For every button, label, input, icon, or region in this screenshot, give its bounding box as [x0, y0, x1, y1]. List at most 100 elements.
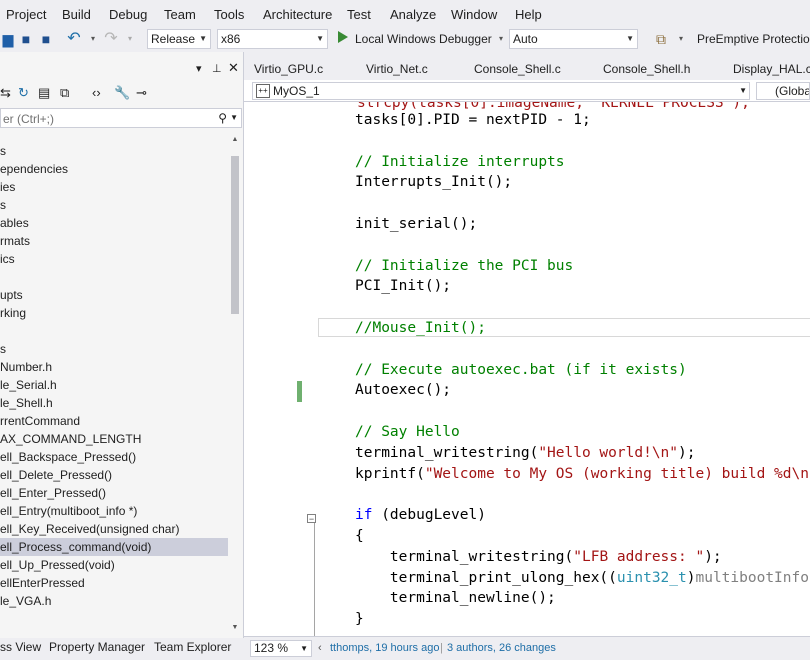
show-all-files-icon[interactable]: ⧉	[60, 85, 69, 101]
tree-item[interactable]: ies	[0, 178, 228, 196]
menu-team[interactable]: Team	[164, 7, 196, 22]
code-line[interactable]: terminal_writestring("LFB address: ");	[355, 547, 722, 568]
debugger-dropdown-icon[interactable]: ▾	[493, 31, 509, 47]
tree-item[interactable]: ell_Entry(multiboot_info *)	[0, 502, 228, 520]
menu-help[interactable]: Help	[515, 7, 542, 22]
start-debugging-icon[interactable]	[338, 31, 348, 43]
scope-select[interactable]: (Globa	[756, 82, 810, 100]
undo-icon[interactable]: ↶	[66, 31, 82, 47]
code-line[interactable]: PCI_Init();	[355, 276, 451, 297]
tab-display-hal[interactable]: Display_HAL.c	[733, 62, 810, 76]
view-code-icon[interactable]: ‹›	[92, 85, 101, 100]
menu-debug[interactable]: Debug	[109, 7, 147, 22]
tree-scrollbar[interactable]: ▲ ▼	[230, 136, 240, 634]
collapse-icon[interactable]: −	[307, 514, 316, 524]
find-in-files-icon[interactable]: ⧉	[653, 31, 669, 47]
scrollbar-thumb[interactable]	[231, 156, 239, 314]
scroll-down-icon[interactable]: ▼	[230, 624, 240, 631]
tree-item[interactable]: ics	[0, 250, 228, 268]
redo-dropdown-icon[interactable]: ▾	[122, 31, 138, 47]
debug-mode-select[interactable]: Auto ▼	[509, 29, 638, 49]
menu-test[interactable]: Test	[347, 7, 371, 22]
code-line[interactable]: terminal_newline();	[355, 588, 556, 609]
pin-icon[interactable]: ⊥	[212, 62, 222, 75]
close-icon[interactable]: ✕	[228, 60, 239, 76]
tree-item[interactable]: ell_Delete_Pressed()	[0, 466, 228, 484]
tab-console-shell-c[interactable]: Console_Shell.c	[474, 62, 561, 76]
tree-item[interactable]: le_VGA.h	[0, 592, 228, 610]
codelens-changes-link[interactable]: 3 authors, 26 changes	[447, 642, 556, 654]
tree-item[interactable]: ell_Key_Received(unsigned char)	[0, 520, 228, 538]
code-line[interactable]: if (debugLevel)	[355, 505, 486, 526]
tab-virtio-gpu[interactable]: Virtio_GPU.c	[254, 62, 323, 76]
project-select[interactable]: ++ MyOS_1 ▼	[252, 82, 750, 100]
code-line[interactable]: init_serial();	[355, 214, 477, 235]
tree-item[interactable]: ell_Enter_Pressed()	[0, 484, 228, 502]
code-line[interactable]: // Initialize the PCI bus	[355, 256, 573, 277]
code-line[interactable]: // Execute autoexec.bat (if it exists)	[355, 360, 687, 381]
tree-item[interactable]: upts	[0, 286, 228, 304]
tab-console-shell-h[interactable]: Console_Shell.h	[603, 62, 690, 76]
tree-item[interactable]: le_Shell.h	[0, 394, 228, 412]
code-line[interactable]: Interrupts_Init();	[355, 172, 512, 193]
preview-selected-icon[interactable]: ⊸	[136, 85, 147, 101]
tree-item[interactable]: s	[0, 196, 228, 214]
tab-property-manager[interactable]: Property Manager	[49, 640, 145, 654]
preemptive-protection-button[interactable]: PreEmptive Protection	[697, 32, 810, 46]
tree-item[interactable]: Number.h	[0, 358, 228, 376]
code-line[interactable]: tasks[0].PID = nextPID - 1;	[355, 110, 591, 131]
start-debugger-button[interactable]: Local Windows Debugger	[355, 32, 492, 46]
scroll-up-icon[interactable]: ▲	[230, 136, 240, 143]
properties-wrench-icon[interactable]: 🔧	[114, 85, 130, 101]
tree-item[interactable]: s	[0, 340, 228, 358]
tree-item[interactable]: ellEnterPressed	[0, 574, 228, 592]
tree-item[interactable]: rmats	[0, 232, 228, 250]
sync-icon[interactable]: ⇆	[0, 85, 11, 101]
code-line[interactable]: kprintf("Welcome to My OS (working title…	[355, 464, 809, 485]
tree-item[interactable]: s	[0, 142, 228, 160]
overflow-dropdown-icon[interactable]: ▾	[673, 31, 689, 47]
code-line[interactable]: // Initialize interrupts	[355, 152, 565, 173]
code-line[interactable]: terminal_writestring("Hello world!\n");	[355, 443, 695, 464]
tree-item[interactable]: ell_Backspace_Pressed()	[0, 448, 228, 466]
tab-team-explorer[interactable]: Team Explorer	[154, 640, 231, 654]
tab-virtio-net[interactable]: Virtio_Net.c	[366, 62, 428, 76]
tree-item[interactable]	[0, 268, 228, 286]
redo-icon[interactable]: ↷	[103, 31, 119, 47]
codelens-author-link[interactable]: tthomps, 19 hours ago	[330, 642, 439, 654]
save-icon[interactable]: ■	[18, 31, 34, 47]
menu-architecture[interactable]: Architecture	[263, 7, 332, 22]
refresh-icon[interactable]: ↻	[18, 85, 29, 101]
menu-build[interactable]: Build	[62, 7, 91, 22]
code-line[interactable]: terminal_print_ulong_hex((uint32_t)multi…	[355, 568, 809, 589]
tree-item[interactable]: AX_COMMAND_LENGTH	[0, 430, 228, 448]
code-line[interactable]: }	[355, 609, 364, 630]
tree-item[interactable]: rking	[0, 304, 228, 322]
menu-window[interactable]: Window	[451, 7, 497, 22]
code-line[interactable]: //Mouse_Init();	[355, 318, 486, 339]
menu-tools[interactable]: Tools	[214, 7, 244, 22]
undo-dropdown-icon[interactable]: ▾	[85, 31, 101, 47]
tree-item[interactable]: le_Serial.h	[0, 376, 228, 394]
code-line[interactable]: Autoexec();	[355, 380, 451, 401]
tree-item[interactable]: ables	[0, 214, 228, 232]
tree-item[interactable]: ependencies	[0, 160, 228, 178]
code-editor[interactable]: − strcpy(tasks[0].imageName, "KERNEL PRO…	[244, 102, 810, 636]
platform-select[interactable]: x86 ▼	[217, 29, 328, 49]
menu-project[interactable]: Project	[6, 7, 46, 22]
chevron-down-icon[interactable]: ▼	[230, 113, 238, 122]
tree-item[interactable]: ell_Up_Pressed(void)	[0, 556, 228, 574]
configuration-select[interactable]: Release ▼	[147, 29, 211, 49]
code-line[interactable]: // Say Hello	[355, 422, 460, 443]
solution-search-input[interactable]: er (Ctrl+;) ⚲ ▼	[0, 108, 242, 128]
tree-item[interactable]	[0, 322, 228, 340]
menu-analyze[interactable]: Analyze	[390, 7, 436, 22]
tree-item[interactable]: ell_Process_command(void)	[0, 538, 228, 556]
collapse-all-icon[interactable]: ▤	[38, 85, 50, 101]
zoom-select[interactable]: 123 % ▼	[250, 640, 312, 657]
save-all-icon[interactable]: ■	[38, 31, 54, 47]
window-position-icon[interactable]: ▾	[196, 62, 202, 75]
code-line[interactable]: {	[355, 526, 364, 547]
open-folder-icon[interactable]: ▆	[0, 31, 16, 47]
tab-class-view[interactable]: ss View	[0, 640, 41, 654]
